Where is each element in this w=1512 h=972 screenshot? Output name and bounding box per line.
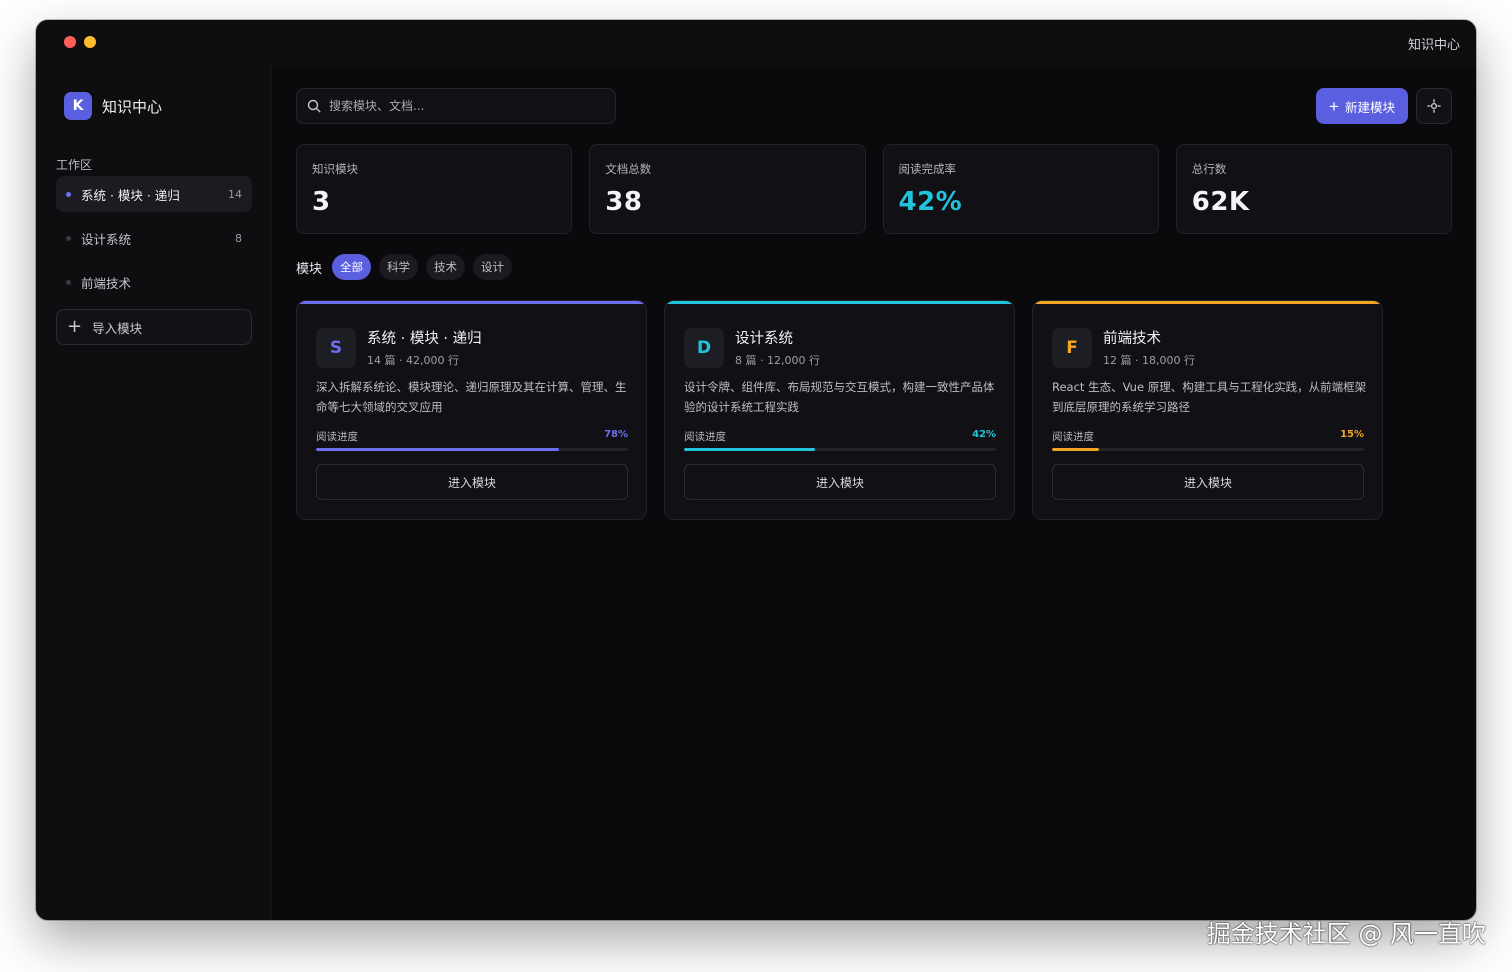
enter-module-button[interactable]: 进入模块 bbox=[1052, 464, 1364, 500]
enter-module-button[interactable]: 进入模块 bbox=[684, 464, 996, 500]
dot-icon bbox=[66, 191, 71, 197]
sidebar-item-label: 系统 · 模块 · 递归 bbox=[81, 187, 180, 203]
progress-row: 阅读进度 78% bbox=[316, 429, 628, 444]
stat-value: 38 bbox=[605, 187, 643, 217]
sidebar-item-count: 8 bbox=[235, 231, 242, 245]
stat-value: 42% bbox=[898, 187, 963, 217]
card-title: 设计系统 bbox=[735, 331, 793, 347]
filter-chip-all[interactable]: 全部 bbox=[332, 254, 372, 280]
sidebar-item-label: 设计系统 bbox=[81, 231, 132, 247]
card-header: D 设计系统 8 篇 · 12,000 行 bbox=[684, 327, 820, 368]
module-card: D 设计系统 8 篇 · 12,000 行 设计令牌、组件库、布局规范与交互模式… bbox=[664, 300, 1015, 520]
progress-bar bbox=[316, 448, 628, 451]
progress-value: 15% bbox=[1340, 429, 1364, 440]
brand-name: 知识中心 bbox=[102, 97, 163, 116]
stat-label: 文档总数 bbox=[605, 162, 652, 176]
search-input[interactable] bbox=[329, 99, 599, 113]
card-meta: 12 篇 · 18,000 行 bbox=[1103, 354, 1195, 367]
stat-label: 知识模块 bbox=[312, 162, 358, 176]
filters-label: 模块 bbox=[296, 261, 323, 277]
card-header: F 前端技术 12 篇 · 18,000 行 bbox=[1052, 327, 1195, 368]
card-meta: 8 篇 · 12,000 行 bbox=[735, 354, 820, 367]
progress-value: 78% bbox=[604, 429, 628, 440]
window-title: 知识中心 bbox=[1407, 38, 1460, 53]
card-description: React 生态、Vue 原理、构建工具与工程化实践，从前端框架到底层原理的系统… bbox=[1052, 380, 1367, 414]
progress-bar bbox=[1052, 448, 1364, 451]
filter-chip-design[interactable]: 设计 bbox=[473, 254, 513, 280]
sidebar-item-label: 前端技术 bbox=[81, 275, 132, 291]
new-module-label: 新建模块 bbox=[1344, 100, 1395, 115]
search-icon bbox=[307, 99, 321, 113]
module-cards: S 系统 · 模块 · 递归 14 篇 · 42,000 行 深入拆解系统论、模… bbox=[296, 300, 1383, 520]
card-accent-bar bbox=[297, 301, 646, 304]
progress-fill bbox=[316, 448, 560, 451]
card-logo: F bbox=[1052, 327, 1092, 368]
sidebar-item-systems[interactable]: 系统 · 模块 · 递归 14 bbox=[56, 176, 252, 212]
workspace-label: 工作区 bbox=[56, 158, 93, 172]
main-content: + 新建模块 知识模块 3 文档总数 38 阅读完成率 42% bbox=[272, 66, 1476, 920]
filter-chip-science[interactable]: 科学 bbox=[379, 254, 419, 280]
theme-toggle-button[interactable] bbox=[1416, 88, 1452, 124]
filter-chip-tech[interactable]: 技术 bbox=[426, 254, 466, 280]
app-window: 知识中心 K 知识中心 工作区 系统 · 模块 · 递归 14 设计系统 8 前… bbox=[36, 20, 1476, 920]
card-meta: 14 篇 · 42,000 行 bbox=[367, 354, 459, 367]
card-accent-bar bbox=[665, 301, 1014, 304]
minimize-window-button[interactable] bbox=[84, 36, 96, 48]
progress-row: 阅读进度 42% bbox=[684, 429, 996, 444]
progress-value: 42% bbox=[972, 429, 996, 440]
dot-icon bbox=[66, 235, 71, 241]
module-card: F 前端技术 12 篇 · 18,000 行 React 生态、Vue 原理、构… bbox=[1032, 300, 1383, 520]
stats-row: 知识模块 3 文档总数 38 阅读完成率 42% 总行数 62K bbox=[296, 144, 1452, 234]
progress-fill bbox=[684, 448, 816, 451]
stat-value: 62K bbox=[1191, 187, 1250, 217]
import-module-button[interactable]: + 导入模块 bbox=[56, 309, 252, 345]
card-description: 深入拆解系统论、模块理论、递归原理及其在计算、管理、生命等七大领域的交叉应用 bbox=[316, 380, 627, 414]
sidebar: K 知识中心 工作区 系统 · 模块 · 递归 14 设计系统 8 前端技术 + bbox=[36, 66, 272, 920]
card-header: S 系统 · 模块 · 递归 14 篇 · 42,000 行 bbox=[316, 327, 482, 368]
dot-icon bbox=[66, 279, 71, 285]
new-module-button[interactable]: + 新建模块 bbox=[1316, 88, 1408, 124]
progress-label: 阅读进度 bbox=[316, 431, 358, 443]
progress-row: 阅读进度 15% bbox=[1052, 429, 1364, 444]
brand-logo: K bbox=[64, 92, 92, 120]
sidebar-item-design-system[interactable]: 设计系统 8 bbox=[56, 220, 252, 256]
stat-value: 3 bbox=[312, 187, 331, 217]
sun-icon bbox=[1427, 99, 1441, 113]
titlebar: 知识中心 bbox=[36, 20, 1476, 66]
sidebar-nav: 系统 · 模块 · 递归 14 设计系统 8 前端技术 bbox=[56, 176, 252, 308]
card-logo: D bbox=[684, 327, 724, 368]
progress-label: 阅读进度 bbox=[684, 431, 726, 443]
stat-label: 总行数 bbox=[1191, 162, 1227, 176]
card-description: 设计令牌、组件库、布局规范与交互模式，构建一致性产品体验的设计系统工程实践 bbox=[684, 380, 995, 414]
search-bar[interactable] bbox=[296, 88, 616, 124]
sidebar-item-frontend[interactable]: 前端技术 bbox=[56, 264, 252, 300]
brand: K 知识中心 bbox=[64, 92, 162, 120]
stat-label: 阅读完成率 bbox=[898, 162, 957, 176]
progress-label: 阅读进度 bbox=[1052, 431, 1094, 443]
module-filters: 模块 全部 科学 技术 设计 bbox=[296, 254, 513, 280]
module-card: S 系统 · 模块 · 递归 14 篇 · 42,000 行 深入拆解系统论、模… bbox=[296, 300, 647, 520]
card-logo: S bbox=[316, 327, 356, 368]
stat-modules: 知识模块 3 bbox=[296, 144, 573, 234]
progress-fill bbox=[1052, 448, 1099, 451]
enter-module-button[interactable]: 进入模块 bbox=[316, 464, 628, 500]
card-accent-bar bbox=[1033, 301, 1382, 304]
sidebar-item-count: 14 bbox=[228, 187, 242, 201]
card-title: 系统 · 模块 · 递归 bbox=[367, 331, 482, 347]
progress-bar bbox=[684, 448, 996, 451]
stat-documents: 文档总数 38 bbox=[589, 144, 866, 234]
stat-completion-rate: 阅读完成率 42% bbox=[882, 144, 1159, 234]
plus-icon: + bbox=[1329, 96, 1339, 116]
close-window-button[interactable] bbox=[64, 36, 76, 48]
stat-total-lines: 总行数 62K bbox=[1175, 144, 1452, 234]
import-module-label: 导入模块 bbox=[92, 320, 143, 336]
plus-icon: + bbox=[67, 316, 83, 337]
watermark: 掘金技术社区 @ 风一直吹 bbox=[1206, 920, 1486, 948]
card-title: 前端技术 bbox=[1103, 331, 1161, 347]
